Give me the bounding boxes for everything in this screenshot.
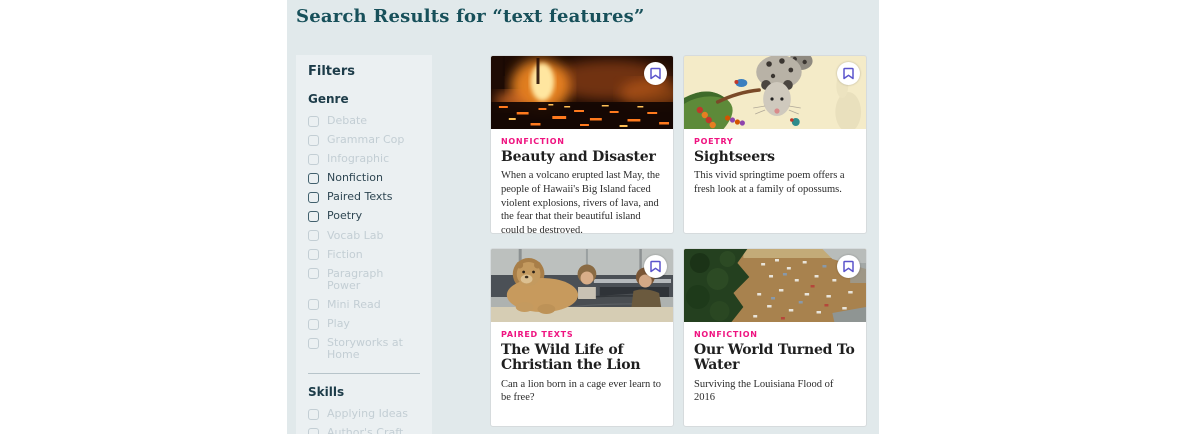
checkbox-icon [308, 249, 319, 261]
result-card-beauty-and-disaster[interactable]: NONFICTION Beauty and Disaster When a vo… [490, 55, 674, 234]
filter-checkbox-paragraph-power: Paragraph Power [308, 266, 420, 292]
checkbox-icon [308, 134, 319, 146]
checkbox-icon[interactable] [308, 191, 319, 203]
filter-label: Vocab Lab [327, 228, 384, 242]
filter-checkbox-debate: Debate [308, 114, 420, 127]
filter-label: Author's Craft [327, 426, 404, 434]
bookmark-icon [650, 67, 661, 80]
filter-label: Nonfiction [327, 171, 383, 185]
filter-label: Paragraph Power [327, 266, 384, 292]
bookmark-button[interactable] [644, 62, 667, 85]
card-body: PAIRED TEXTS The Wild Life of Christian … [491, 322, 673, 413]
filter-label: Storyworks at Home [327, 336, 403, 362]
checkbox-icon [308, 230, 319, 242]
bookmark-icon [843, 67, 854, 80]
bookmark-button[interactable] [837, 62, 860, 85]
card-description: Can a lion born in a cage ever learn to … [501, 378, 662, 404]
filters-title: Filters [308, 64, 355, 79]
card-description: When a volcano erupted last May, the peo… [501, 170, 660, 234]
genre-section-heading: Genre [308, 92, 349, 106]
card-description: Surviving the Louisiana Flood of 2016 [694, 378, 834, 404]
filter-checkbox-vocab-lab: Vocab Lab [308, 228, 420, 242]
checkbox-icon [308, 318, 319, 330]
bookmark-button[interactable] [837, 255, 860, 278]
checkbox-icon[interactable] [308, 172, 319, 184]
filter-label: Paired Texts [327, 190, 393, 204]
card-category-label: PAIRED TEXTS [501, 330, 574, 339]
card-category-label: NONFICTION [694, 330, 758, 339]
checkbox-icon [308, 408, 319, 420]
checkbox-icon [308, 337, 319, 349]
filter-checkbox-nonfiction[interactable]: Nonfiction [308, 172, 420, 184]
bookmark-icon [650, 260, 661, 273]
filter-checkbox-authors-craft: Author's Craft [308, 427, 420, 434]
result-card-our-world-turned-to-water[interactable]: NONFICTION Our World Turned To Water Sur… [683, 248, 867, 427]
sidebar-divider [308, 373, 420, 375]
filter-label: Applying Ideas [327, 407, 409, 421]
card-description: This vivid springtime poem offers a fres… [694, 170, 845, 196]
card-title: The Wild Life of Christian the Lion [501, 342, 641, 374]
filters-sidebar: Filters Genre Debate Grammar Cop Infogra… [296, 55, 432, 434]
checkbox-icon [308, 427, 319, 434]
checkbox-icon [308, 299, 319, 311]
checkbox-icon [308, 268, 319, 280]
filter-label: Poetry [327, 209, 363, 223]
filter-checkbox-play: Play [308, 317, 420, 331]
search-results-page: Search Results for “text features” Filte… [0, 0, 1200, 434]
filter-label: Grammar Cop [327, 133, 405, 147]
page-title: Search Results for “text features” [296, 6, 645, 27]
filter-checkbox-mini-read: Mini Read [308, 297, 420, 311]
bookmark-icon [843, 260, 854, 273]
card-title: Sightseers [694, 149, 775, 165]
filter-checkbox-applying-ideas: Applying Ideas [308, 408, 420, 420]
card-body: POETRY Sightseers This vivid springtime … [684, 129, 866, 205]
card-category-label: POETRY [694, 137, 734, 146]
skills-section-heading: Skills [308, 385, 345, 400]
filter-checkbox-storyworks-at-home: Storyworks at Home [308, 337, 420, 361]
filter-label: Mini Read [327, 297, 381, 311]
result-card-wild-life-of-christian-the-lion[interactable]: PAIRED TEXTS The Wild Life of Christian … [490, 248, 674, 427]
checkbox-icon[interactable] [308, 210, 319, 222]
card-title: Beauty and Disaster [501, 149, 656, 165]
filter-checkbox-poetry[interactable]: Poetry [308, 210, 420, 222]
result-card-sightseers[interactable]: POETRY Sightseers This vivid springtime … [683, 55, 867, 234]
card-category-label: NONFICTION [501, 137, 565, 146]
filter-checkbox-infographic: Infographic [308, 153, 420, 165]
checkbox-icon [308, 115, 319, 127]
filter-checkbox-grammar-cop: Grammar Cop [308, 133, 420, 147]
filter-checkbox-fiction: Fiction [308, 247, 420, 261]
card-title: Our World Turned To Water [694, 342, 855, 374]
card-body: NONFICTION Our World Turned To Water Sur… [684, 322, 866, 413]
card-body: NONFICTION Beauty and Disaster When a vo… [491, 129, 673, 234]
filter-label: Fiction [327, 247, 363, 261]
filter-checkbox-paired-texts[interactable]: Paired Texts [308, 191, 420, 203]
checkbox-icon [308, 153, 319, 165]
search-results-grid: NONFICTION Beauty and Disaster When a vo… [490, 55, 868, 427]
filter-label: Play [327, 317, 350, 331]
filter-label: Debate [327, 114, 368, 127]
filter-label: Infographic [327, 152, 390, 166]
bookmark-button[interactable] [644, 255, 667, 278]
